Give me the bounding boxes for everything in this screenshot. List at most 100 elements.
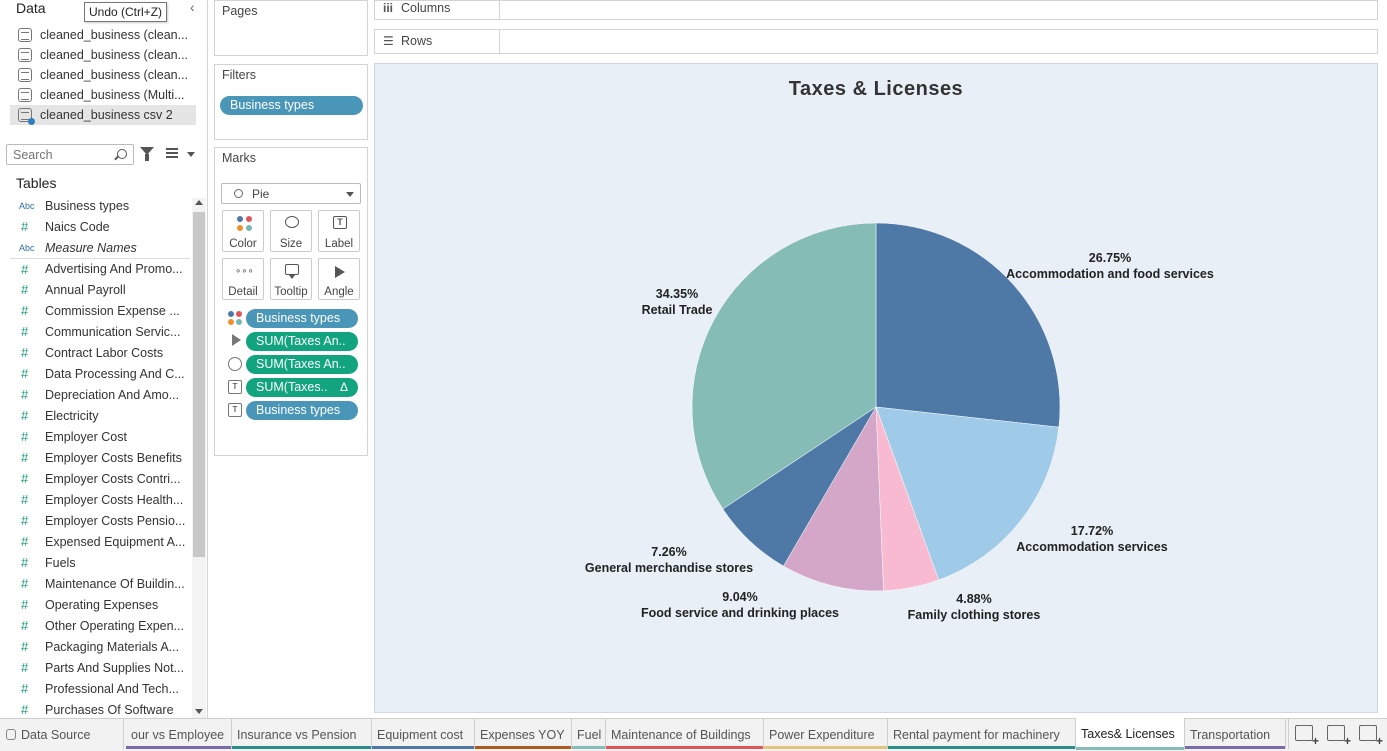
shelf-divider [499,30,500,53]
search-box[interactable] [6,144,134,165]
new-worksheet-icon[interactable] [1295,725,1319,748]
angle-button[interactable]: Angle [318,258,360,300]
field-item[interactable]: # Expensed Equipment A... [10,531,190,552]
sheet-tab[interactable]: Fuel [572,719,606,749]
field-item[interactable]: # Contract Labor Costs [10,342,190,363]
sheet-tab[interactable]: Equipment cost [372,719,475,749]
columns-icon: iii [383,1,394,15]
field-item[interactable]: # Other Operating Expen... [10,615,190,636]
field-item[interactable]: # Advertising And Promo... [10,258,190,279]
chevron-down-icon[interactable] [346,192,354,197]
sheet-tab[interactable]: Insurance vs Pension [232,719,372,749]
marks-pill[interactable]: Business types [246,309,358,328]
color-button[interactable]: Color [222,210,264,252]
view-list-icon[interactable] [166,148,178,158]
sheet-tab[interactable]: Expenses YOY [475,719,572,749]
datasource-item[interactable]: cleaned_business (Multi... [10,85,196,105]
columns-shelf[interactable]: iii Columns [374,0,1378,20]
field-item[interactable]: # Employer Costs Contri... [10,468,190,489]
size-button[interactable]: Size [270,210,312,252]
field-item[interactable]: # Annual Payroll [10,279,190,300]
measure-icon: # [21,702,29,717]
sheet-tab[interactable]: Rental payment for machinery [888,719,1076,749]
sheet-tab[interactable]: Maintenance of Buildings [606,719,764,749]
label-button[interactable]: T Label [318,210,360,252]
pie-slice[interactable] [875,222,1061,428]
sheet-tab-color-accent [1076,747,1184,750]
field-item[interactable]: # Purchases Of Software [10,699,190,718]
field-item[interactable]: # Naics Code [10,216,190,237]
filter-pill-business-types[interactable]: Business types [220,96,363,115]
new-dashboard-icon[interactable] [1327,725,1351,748]
marks-pill[interactable]: SUM(Taxes An.. [246,355,358,374]
datasource-item[interactable]: cleaned_business csv 2 [10,105,196,125]
sheet-tab[interactable]: our vs Employee [126,719,232,749]
field-item[interactable]: # Employer Costs Pensio... [10,510,190,531]
field-item[interactable]: # Operating Expenses [10,594,190,615]
field-item[interactable]: # Employer Cost [10,426,190,447]
tab-data-source[interactable]: Data Source [0,719,124,749]
field-label: Employer Costs Health... [45,492,184,507]
field-label: Electricity [45,408,99,423]
mark-type-value: Pie [252,187,270,201]
field-item[interactable]: # Packaging Materials A... [10,636,190,657]
sheet-tab-color-accent [606,746,763,749]
marks-pill[interactable]: Business types [246,401,358,420]
field-item[interactable]: # Commission Expense ... [10,300,190,321]
sheet-tab[interactable]: Taxes& Licenses [1076,718,1185,750]
field-item[interactable]: # Employer Costs Benefits [10,447,190,468]
sheet-tab[interactable]: Power Expenditure [764,719,888,749]
field-item[interactable]: Abc Business types [10,195,190,216]
color-dot [228,311,234,317]
field-item[interactable]: # Parts And Supplies Not... [10,657,190,678]
measure-icon: # [21,282,29,297]
sheet-tab-color-accent [1185,746,1285,749]
field-label: Operating Expenses [45,597,159,612]
tooltip-button[interactable]: Tooltip [270,258,312,300]
chevron-down-icon[interactable] [187,152,195,157]
scroll-down-icon[interactable] [195,709,203,714]
undo-tooltip: Undo (Ctrl+Z) [84,2,168,22]
sheet-tab[interactable]: Transportation [1185,719,1286,749]
field-label: Fuels [45,555,76,570]
color-dot [237,216,243,222]
field-list-scrollbar[interactable] [192,198,206,718]
mark-type-dropdown[interactable]: Pie [221,183,361,204]
pages-shelf[interactable]: Pages [214,0,368,56]
dimension-icon: Abc [19,200,35,211]
scroll-up-icon[interactable] [195,200,203,205]
marks-pill[interactable]: SUM(Taxes.. Δ [246,378,358,397]
collapse-pane-icon[interactable]: ‹ [190,0,204,14]
datasource-item[interactable]: cleaned_business (clean... [10,45,196,65]
rows-shelf[interactable]: ☰ Rows [374,29,1378,54]
filter-icon[interactable] [140,147,154,161]
new-story-icon[interactable] [1359,725,1383,748]
color-dot [246,225,252,231]
measure-icon: # [21,513,29,528]
pie-slice-name-label: Retail Trade [642,303,713,317]
field-item[interactable]: # Communication Servic... [10,321,190,342]
scrollbar-thumb[interactable] [193,212,205,557]
field-item[interactable]: # Maintenance Of Buildin... [10,573,190,594]
measure-icon: # [21,618,29,633]
viz-canvas[interactable]: Taxes & Licenses 26.75% Accommodation and… [374,63,1378,713]
field-item[interactable]: # Depreciation And Amo... [10,384,190,405]
datasource-item[interactable]: cleaned_business (clean... [10,25,196,45]
data-pane: Data Undo (Ctrl+Z) ‹ cleaned_business (c… [0,0,208,718]
field-item[interactable]: Abc Measure Names [10,237,190,258]
datasource-icon [18,68,32,82]
filters-shelf[interactable]: Filters Business types [214,64,368,140]
field-item[interactable]: # Electricity [10,405,190,426]
field-item[interactable]: # Employer Costs Health... [10,489,190,510]
field-item[interactable]: # Professional And Tech... [10,678,190,699]
detail-button[interactable]: ∘∘∘ Detail [222,258,264,300]
marks-pill[interactable]: SUM(Taxes An.. [246,332,358,351]
search-icon[interactable] [117,149,127,159]
field-item[interactable]: # Fuels [10,552,190,573]
datasource-item[interactable]: cleaned_business (clean... [10,65,196,85]
pie-chart[interactable]: 26.75% Accommodation and food services 17.… [375,64,1379,714]
field-label: Parts And Supplies Not... [45,660,184,675]
filters-title: Filters [222,68,257,82]
search-input[interactable] [13,147,113,162]
field-item[interactable]: # Data Processing And C... [10,363,190,384]
